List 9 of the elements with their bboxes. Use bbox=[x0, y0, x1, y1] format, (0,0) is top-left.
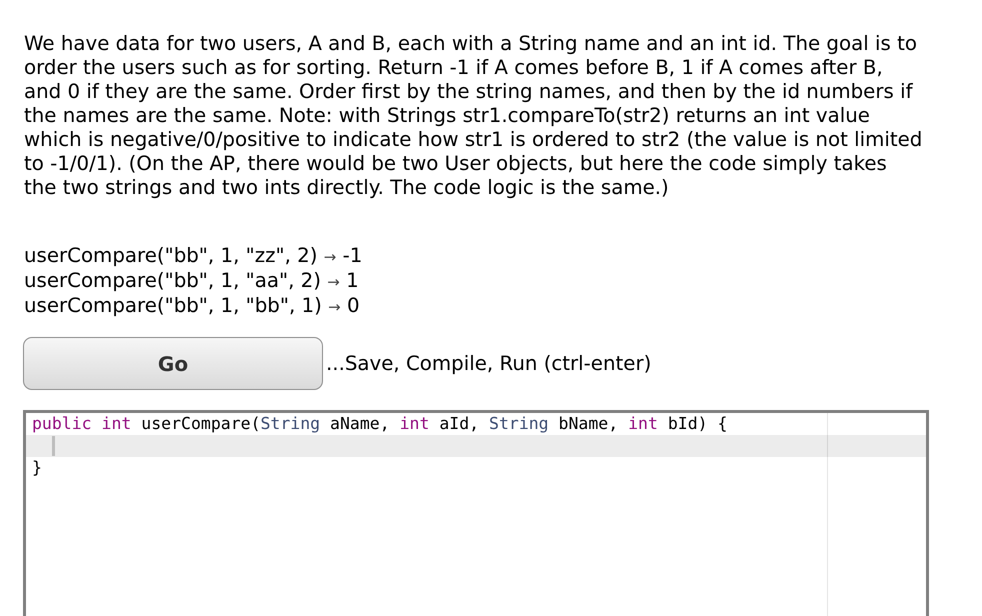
code-editor[interactable]: public int userCompare(String aName, int aId, String bName, int bId) { } bbox=[23, 410, 929, 616]
run-hint: ...Save, Compile, Run (ctrl-enter) bbox=[326, 352, 652, 376]
problem-description: We have data for two users, A and B, each with a String name and an int id. The goal is to order the users such as for sorting. Return -1 if A comes before B, 1 if A comes after B, and 0 if they are the same. Order first by the string names, and then by the id numbers if the names are the same. Note: with Strings str1.compareTo(str2) returns an int value which is negative/0/positive to indicate how str1 is ordered to str2 (the value is not limited to -1/0/1). (On the AP, there would be two User objects, but here the code simply takes the two strings and two ints directly. The code logic is the same.) bbox=[24, 32, 924, 200]
example-call: userCompare("bb", 1, "zz", 2) → -1 bbox=[24, 244, 362, 269]
code-line: } bbox=[31, 457, 43, 479]
example-call: userCompare("bb", 1, "bb", 1) → 0 bbox=[24, 294, 360, 319]
example-call: userCompare("bb", 1, "aa", 2) → 1 bbox=[24, 269, 359, 294]
code-line: public int userCompare(String aName, int aId, String bName, int bId) { bbox=[31, 413, 728, 435]
go-button[interactable]: Go bbox=[23, 337, 323, 390]
